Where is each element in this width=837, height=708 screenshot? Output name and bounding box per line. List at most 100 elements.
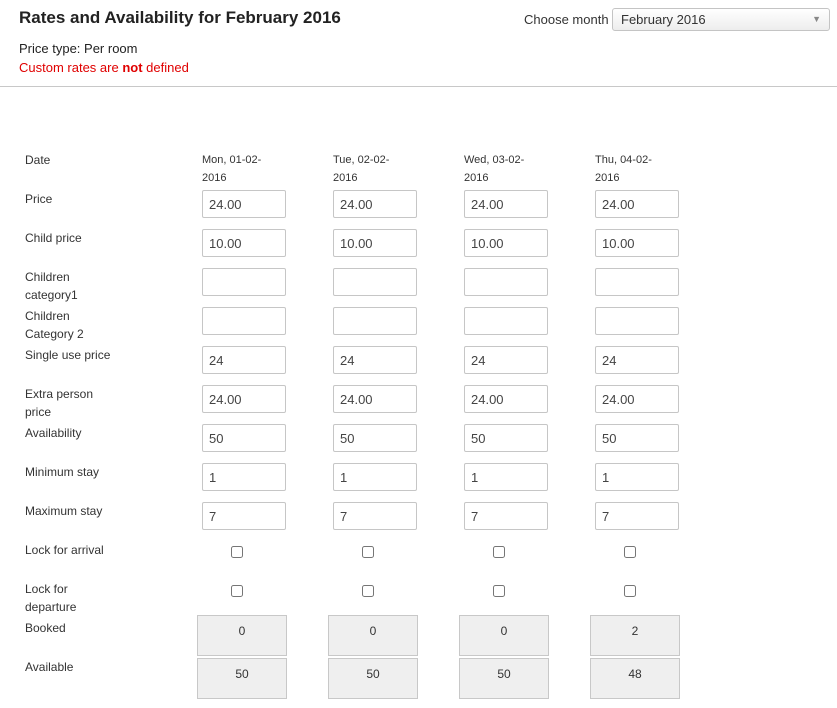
row-label-lock-for-departure: Lock for departure: [25, 580, 125, 616]
available-count: 48: [590, 658, 680, 699]
row-label-children-category2: Children Category 2: [25, 307, 125, 343]
availability-input[interactable]: [595, 424, 679, 452]
row-label-children-category1: Children category1: [25, 268, 125, 304]
custom-rates-suffix: defined: [142, 60, 189, 75]
row-label-lock-for-departure-line1: Lock for: [25, 582, 68, 596]
extra-person-price-input[interactable]: [595, 385, 679, 413]
price-input[interactable]: [464, 190, 548, 218]
custom-rates-emphasis: not: [122, 60, 143, 75]
row-label-children-category1-line2: category1: [25, 288, 78, 302]
lock-for-arrival-checkbox[interactable]: [362, 546, 374, 558]
date-line2: 2016: [464, 172, 489, 184]
children-category1-input[interactable]: [333, 268, 417, 296]
row-label-lock-for-departure-line2: departure: [25, 600, 77, 614]
row-label-maximum-stay: Maximum stay: [25, 502, 125, 520]
booked-count: 0: [459, 615, 549, 656]
row-label-children-category2-line2: Category 2: [25, 327, 84, 341]
children-category2-input[interactable]: [202, 307, 286, 335]
price-type-text: Price type: Per room: [19, 41, 138, 56]
row-label-extra-person-price: Extra person price: [25, 385, 125, 421]
date-line1: Thu, 04-02-: [595, 154, 652, 166]
lock-for-arrival-checkbox[interactable]: [624, 546, 636, 558]
lock-for-departure-checkbox[interactable]: [231, 585, 243, 597]
date-line2: 2016: [595, 172, 620, 184]
date-line2: 2016: [202, 172, 227, 184]
lock-for-arrival-checkbox[interactable]: [231, 546, 243, 558]
available-count: 50: [459, 658, 549, 699]
minimum-stay-input[interactable]: [595, 463, 679, 491]
row-label-price-text: Price: [25, 192, 53, 206]
row-label-single-use-price-text: Single use price: [25, 348, 111, 362]
date-header: Tue, 02-02- 2016: [333, 151, 413, 187]
row-label-booked-text: Booked: [25, 621, 66, 635]
price-input[interactable]: [202, 190, 286, 218]
custom-rates-prefix: Custom rates are: [19, 60, 123, 75]
row-label-children-category1-line1: Children: [25, 270, 70, 284]
date-header: Thu, 04-02- 2016: [595, 151, 675, 187]
lock-for-arrival-checkbox[interactable]: [493, 546, 505, 558]
children-category1-input[interactable]: [595, 268, 679, 296]
single-use-price-input[interactable]: [595, 346, 679, 374]
child-price-input[interactable]: [464, 229, 548, 257]
minimum-stay-input[interactable]: [464, 463, 548, 491]
row-label-availability: Availability: [25, 424, 125, 442]
month-select-value: February 2016: [621, 12, 706, 27]
row-label-child-price: Child price: [25, 229, 125, 247]
row-label-price: Price: [25, 190, 125, 208]
date-line1: Mon, 01-02-: [202, 154, 262, 166]
minimum-stay-input[interactable]: [333, 463, 417, 491]
row-label-date: Date: [25, 151, 125, 169]
date-header: Wed, 03-02- 2016: [464, 151, 544, 187]
available-count: 50: [328, 658, 418, 699]
maximum-stay-input[interactable]: [333, 502, 417, 530]
booked-count: 2: [590, 615, 680, 656]
price-input[interactable]: [333, 190, 417, 218]
row-label-single-use-price: Single use price: [25, 346, 125, 364]
minimum-stay-input[interactable]: [202, 463, 286, 491]
maximum-stay-input[interactable]: [595, 502, 679, 530]
single-use-price-input[interactable]: [333, 346, 417, 374]
month-select[interactable]: February 2016 ▼: [612, 8, 830, 31]
row-label-available-text: Available: [25, 660, 74, 674]
children-category1-input[interactable]: [202, 268, 286, 296]
children-category2-input[interactable]: [595, 307, 679, 335]
child-price-input[interactable]: [595, 229, 679, 257]
single-use-price-input[interactable]: [464, 346, 548, 374]
row-label-children-category2-line1: Children: [25, 309, 70, 323]
lock-for-departure-checkbox[interactable]: [493, 585, 505, 597]
date-line1: Tue, 02-02-: [333, 154, 390, 166]
row-label-maximum-stay-text: Maximum stay: [25, 504, 103, 518]
date-line2: 2016: [333, 172, 358, 184]
header-divider: [0, 86, 837, 87]
extra-person-price-input[interactable]: [333, 385, 417, 413]
children-category2-input[interactable]: [333, 307, 417, 335]
booked-count: 0: [197, 615, 287, 656]
row-label-availability-text: Availability: [25, 426, 82, 440]
row-label-minimum-stay: Minimum stay: [25, 463, 125, 481]
row-label-booked: Booked: [25, 619, 125, 637]
row-label-lock-for-arrival: Lock for arrival: [25, 541, 125, 559]
children-category1-input[interactable]: [464, 268, 548, 296]
child-price-input[interactable]: [202, 229, 286, 257]
availability-input[interactable]: [333, 424, 417, 452]
lock-for-departure-checkbox[interactable]: [624, 585, 636, 597]
extra-person-price-input[interactable]: [202, 385, 286, 413]
row-label-extra-person-price-line2: price: [25, 405, 52, 419]
availability-input[interactable]: [202, 424, 286, 452]
extra-person-price-input[interactable]: [464, 385, 548, 413]
price-input[interactable]: [595, 190, 679, 218]
chevron-down-icon: ▼: [812, 14, 821, 24]
maximum-stay-input[interactable]: [202, 502, 286, 530]
booked-count: 0: [328, 615, 418, 656]
single-use-price-input[interactable]: [202, 346, 286, 374]
maximum-stay-input[interactable]: [464, 502, 548, 530]
lock-for-departure-checkbox[interactable]: [362, 585, 374, 597]
row-label-extra-person-price-line1: Extra person: [25, 387, 94, 401]
row-label-minimum-stay-text: Minimum stay: [25, 465, 100, 479]
row-label-lock-for-arrival-text: Lock for arrival: [25, 543, 104, 557]
children-category2-input[interactable]: [464, 307, 548, 335]
date-header: Mon, 01-02- 2016: [202, 151, 282, 187]
date-line1: Wed, 03-02-: [464, 154, 525, 166]
availability-input[interactable]: [464, 424, 548, 452]
child-price-input[interactable]: [333, 229, 417, 257]
